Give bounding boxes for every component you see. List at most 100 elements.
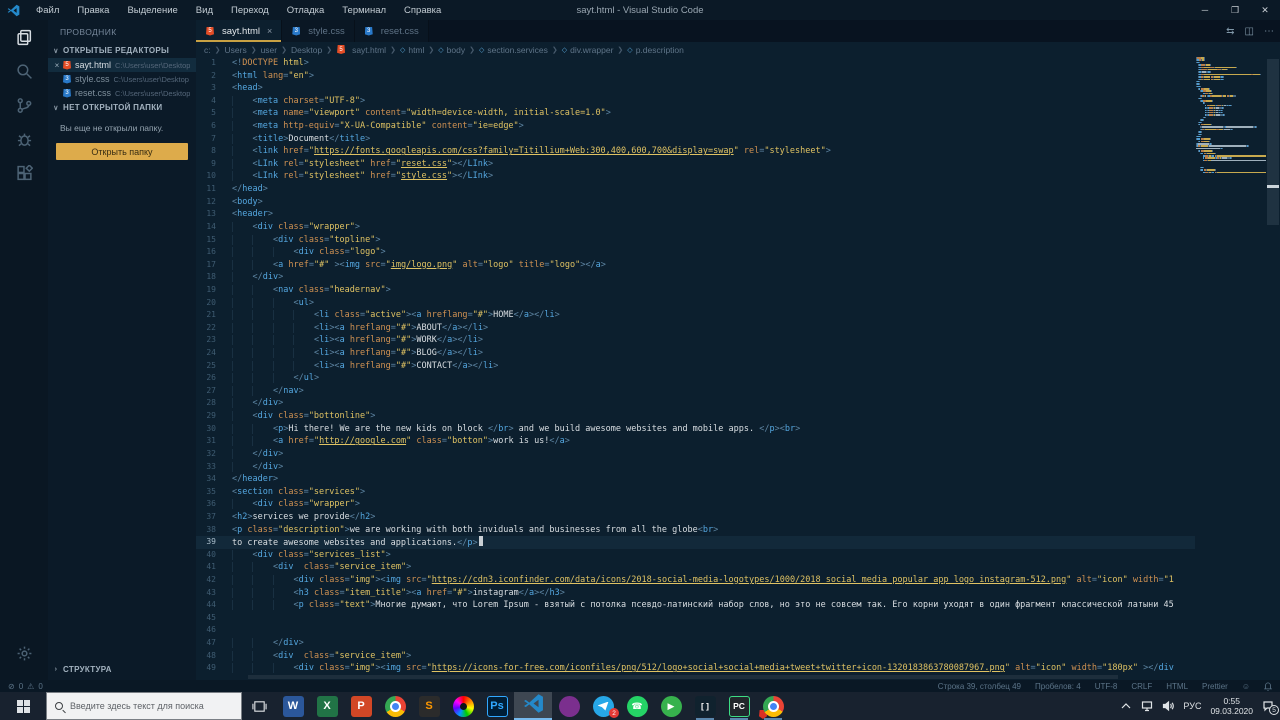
- code-line[interactable]: 48 <div class="service_item">: [196, 650, 1195, 663]
- menu-item[interactable]: Переход: [223, 3, 277, 18]
- open-changes-icon[interactable]: ⇆: [1226, 26, 1234, 37]
- breadcrumb[interactable]: c: ❯ Users ❯ user ❯ Desktop ❯ 5 sayt.html ❯ ◇ html ❯ ◇…: [196, 42, 1280, 57]
- code-line[interactable]: 22 <li><a hreflang="#">ABOUT</a></li>: [196, 322, 1195, 335]
- outline-header[interactable]: › СТРУКТУРА: [48, 662, 196, 677]
- telegram-icon[interactable]: 2: [586, 692, 620, 720]
- code-line[interactable]: 15 <div class="topline">: [196, 234, 1195, 247]
- code-line[interactable]: 8 <link href="https://fonts.googleapis.c…: [196, 145, 1195, 158]
- tab-reset.css[interactable]: 3 reset.css: [354, 20, 429, 42]
- code-line[interactable]: 27 </nav>: [196, 385, 1195, 398]
- code-line[interactable]: 30 <p>Hi there! We are the new kids on b…: [196, 423, 1195, 436]
- code-line[interactable]: 29 <div class="bottonline">: [196, 410, 1195, 423]
- code-line[interactable]: 31 <a href="http://google.com" class="bo…: [196, 435, 1195, 448]
- code-line[interactable]: 23 <li><a hreflang="#">WORK</a></li>: [196, 334, 1195, 347]
- scrollbar-thumb[interactable]: [1267, 59, 1279, 225]
- vertical-scrollbar[interactable]: [1266, 57, 1280, 680]
- menu-item[interactable]: Справка: [396, 3, 449, 18]
- status-item[interactable]: HTML: [1166, 682, 1188, 691]
- extensions-icon[interactable]: [0, 156, 48, 190]
- vscode-icon[interactable]: [514, 692, 552, 720]
- menu-item[interactable]: Выделение: [119, 3, 185, 18]
- status-item[interactable]: Пробелов: 4: [1035, 682, 1081, 691]
- code-line[interactable]: 38 <p class="description">we are working …: [196, 524, 1195, 537]
- breadcrumb-item[interactable]: ◇ section.services: [479, 45, 548, 55]
- start-button[interactable]: [0, 692, 46, 720]
- code-line[interactable]: 43 <h3 class="item_title"><a href="#">in…: [196, 587, 1195, 600]
- code-line[interactable]: 36 <div class="wrapper">: [196, 498, 1195, 511]
- code-line[interactable]: 21 <li class="active"><a hreflang="#">HO…: [196, 309, 1195, 322]
- close-tab-icon[interactable]: ×: [267, 26, 272, 36]
- sublime-text-icon[interactable]: S: [412, 692, 446, 720]
- maximize-button[interactable]: ❐: [1220, 0, 1250, 20]
- volume-icon[interactable]: [1162, 700, 1175, 712]
- close-button[interactable]: ✕: [1250, 0, 1280, 20]
- menu-item[interactable]: Файл: [28, 3, 67, 18]
- code-line[interactable]: 42 <div class="img"><img src="https://cd…: [196, 574, 1195, 587]
- search-icon[interactable]: [0, 54, 48, 88]
- code-line[interactable]: 6 <meta http-equiv="X-UA-Compatible" con…: [196, 120, 1195, 133]
- open-folder-button[interactable]: Открыть папку: [56, 143, 188, 160]
- code-line[interactable]: 14 <div class="wrapper">: [196, 221, 1195, 234]
- code-line[interactable]: 11 </head>: [196, 183, 1195, 196]
- code-line[interactable]: 24 <li><a hreflang="#">BLOG</a></li>: [196, 347, 1195, 360]
- tab-sayt.html[interactable]: 5 sayt.html ×: [196, 20, 283, 42]
- breadcrumb-item[interactable]: 5 sayt.html: [336, 45, 386, 55]
- code-line[interactable]: 39 to create awesome websites and applica…: [196, 536, 1195, 549]
- code-line[interactable]: 46: [196, 624, 1195, 637]
- breadcrumb-item[interactable]: user: [261, 45, 278, 55]
- tray-expand-icon[interactable]: [1120, 700, 1132, 712]
- open-editor-item[interactable]: ×3reset.cssC:\Users\user\Desktop: [48, 86, 196, 100]
- menu-item[interactable]: Правка: [69, 3, 117, 18]
- code-line[interactable]: 41 <div class="service_item">: [196, 561, 1195, 574]
- task-view-button[interactable]: [242, 692, 276, 720]
- status-item[interactable]: UTF-8: [1095, 682, 1118, 691]
- code-line[interactable]: 13 <header>: [196, 208, 1195, 221]
- code-line[interactable]: 19 <nav class="headernav">: [196, 284, 1195, 297]
- minimize-button[interactable]: ─: [1190, 0, 1220, 20]
- code-line[interactable]: 47 </div>: [196, 637, 1195, 650]
- code-line[interactable]: 26 </ul>: [196, 372, 1195, 385]
- minimap[interactable]: [1196, 57, 1266, 187]
- feedback-smiley-icon[interactable]: ☺: [1242, 682, 1250, 691]
- no-folder-header[interactable]: ∨ НЕТ ОТКРЫТОЙ ПАПКИ: [48, 100, 196, 115]
- horizontal-scrollbar[interactable]: [248, 675, 1118, 679]
- code-line[interactable]: 12 <body>: [196, 196, 1195, 209]
- status-item[interactable]: Prettier: [1202, 682, 1228, 691]
- code-line[interactable]: 45: [196, 612, 1195, 625]
- language-indicator[interactable]: РУС: [1183, 701, 1201, 711]
- code-line[interactable]: 17 <a href="#" ><img src="img/logo.png" …: [196, 259, 1195, 272]
- chrome-icon[interactable]: [378, 692, 412, 720]
- code-line[interactable]: 16 <div class="logo">: [196, 246, 1195, 259]
- status-item[interactable]: CRLF: [1131, 682, 1152, 691]
- breadcrumb-item[interactable]: ◇ html: [400, 45, 424, 55]
- pycharm-icon[interactable]: PC: [722, 692, 756, 720]
- code-line[interactable]: 40 <div class="services_list">: [196, 549, 1195, 562]
- code-line[interactable]: 44 <p class="text">Многие думают, что Lo…: [196, 599, 1195, 612]
- code-line[interactable]: 3 <head>: [196, 82, 1195, 95]
- brackets-icon[interactable]: [ ]: [688, 692, 722, 720]
- purple-app-icon[interactable]: [552, 692, 586, 720]
- debug-icon[interactable]: [0, 122, 48, 156]
- photoshop-icon[interactable]: Ps: [480, 692, 514, 720]
- breadcrumb-item[interactable]: Desktop: [291, 45, 322, 55]
- color-wheel-icon[interactable]: [446, 692, 480, 720]
- open-editor-item[interactable]: ×3style.cssC:\Users\user\Desktop: [48, 72, 196, 86]
- open-editors-header[interactable]: ∨ ОТКРЫТЫЕ РЕДАКТОРЫ: [48, 43, 196, 58]
- network-icon[interactable]: [1141, 700, 1153, 712]
- breadcrumb-item[interactable]: Users: [225, 45, 247, 55]
- breadcrumb-item[interactable]: c:: [204, 45, 211, 55]
- code-line[interactable]: 32 </div>: [196, 448, 1195, 461]
- more-actions-icon[interactable]: ⋯: [1264, 26, 1274, 37]
- menu-item[interactable]: Терминал: [334, 3, 394, 18]
- code-line[interactable]: 5 <meta name="viewport" content="width=d…: [196, 107, 1195, 120]
- code-line[interactable]: 37 <h2>services we provide</h2>: [196, 511, 1195, 524]
- code-line[interactable]: 18 </div>: [196, 271, 1195, 284]
- menu-item[interactable]: Вид: [188, 3, 221, 18]
- taskbar-search-input[interactable]: Введите здесь текст для поиска: [46, 692, 242, 720]
- code-line[interactable]: 7 <title>Document</title>: [196, 133, 1195, 146]
- explorer-icon[interactable]: [0, 20, 48, 54]
- source-control-icon[interactable]: [0, 88, 48, 122]
- code-line[interactable]: 20 <ul>: [196, 297, 1195, 310]
- code-line[interactable]: 1 <!DOCTYPE html>: [196, 57, 1195, 70]
- clock[interactable]: 0:55 09.03.2020: [1210, 696, 1253, 716]
